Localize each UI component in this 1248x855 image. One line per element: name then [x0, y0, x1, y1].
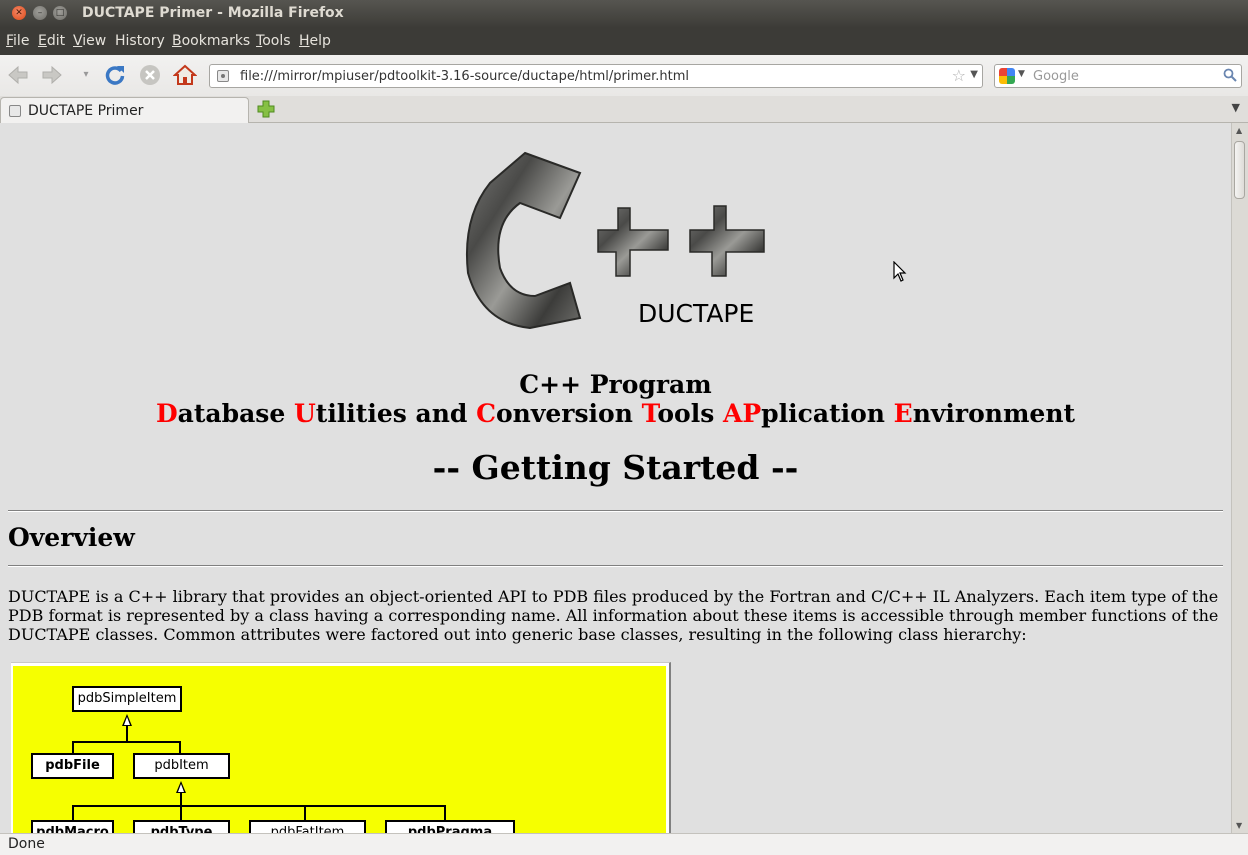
- class-box-pdbtype: pdbType: [133, 820, 230, 833]
- menu-file[interactable]: File: [6, 33, 29, 49]
- status-text: Done: [8, 836, 45, 852]
- page-title: -- Getting Started --: [432, 448, 799, 487]
- url-bar[interactable]: file:///mirror/mpiuser/pdtoolkit-3.16-so…: [209, 64, 983, 88]
- class-box-pdbfile: pdbFile: [31, 753, 114, 779]
- vertical-scrollbar[interactable]: ▲ ▼: [1231, 123, 1248, 833]
- acronym-word: tilities and: [315, 399, 477, 428]
- window-maximize-button[interactable]: □: [53, 6, 67, 20]
- acronym-letter: D: [155, 399, 178, 428]
- status-bar: Done: [0, 833, 1248, 855]
- tab-ductape-primer[interactable]: DUCTAPE Primer: [0, 97, 249, 123]
- stop-icon: [140, 65, 160, 85]
- mouse-pointer-icon: [893, 261, 907, 282]
- menu-bar: File Edit View History Bookmarks Tools H…: [0, 28, 1248, 55]
- class-box-pdbmacro: pdbMacro: [31, 820, 114, 833]
- window-minimize-button[interactable]: –: [33, 6, 47, 20]
- connector-line: [180, 805, 182, 821]
- page-icon: [217, 70, 229, 82]
- search-engine-dropdown-icon[interactable]: ▼: [1018, 69, 1025, 79]
- acronym-letter: AP: [722, 399, 762, 428]
- window-close-button[interactable]: ✕: [12, 6, 26, 20]
- scrollbar-thumb[interactable]: [1234, 141, 1245, 199]
- window-titlebar: ✕ – □ DUCTAPE Primer - Mozilla Firefox: [0, 0, 1248, 28]
- class-box-pdbfatitem: pdbFatItem: [249, 820, 366, 833]
- logo-caption: DUCTAPE: [638, 299, 755, 328]
- inheritance-arrow: [122, 714, 132, 726]
- horizontal-rule: [8, 565, 1223, 567]
- search-bar[interactable]: ▼: [994, 64, 1242, 88]
- url-text[interactable]: file:///mirror/mpiuser/pdtoolkit-3.16-so…: [240, 69, 689, 84]
- tab-label: DUCTAPE Primer: [28, 103, 144, 119]
- forward-button[interactable]: [40, 63, 64, 87]
- search-icon[interactable]: [1223, 68, 1237, 82]
- connector-line: [126, 726, 128, 742]
- menu-edit[interactable]: Edit: [38, 33, 65, 49]
- connector-line: [72, 805, 446, 807]
- acronym-word: plication: [761, 399, 894, 428]
- subtitle-acronym: Database Utilities and Conversion Tools …: [0, 399, 1231, 428]
- horizontal-rule: [8, 510, 1223, 512]
- window-title: DUCTAPE Primer - Mozilla Firefox: [82, 5, 344, 21]
- home-button[interactable]: [172, 63, 198, 87]
- acronym-word: ools: [657, 399, 723, 428]
- menu-help[interactable]: Help: [299, 33, 331, 49]
- menu-tools[interactable]: Tools: [256, 33, 291, 49]
- tab-strip: DUCTAPE Primer ▼: [0, 96, 1248, 123]
- connector-line: [304, 805, 306, 821]
- chevron-down-icon: ▾: [83, 69, 89, 80]
- tab-list-chevron-icon[interactable]: ▼: [1232, 101, 1240, 114]
- acronym-word: atabase: [177, 399, 294, 428]
- new-tab-plus-icon[interactable]: [257, 100, 275, 118]
- acronym-letter: U: [293, 399, 316, 428]
- scroll-up-arrow-icon[interactable]: ▲: [1236, 126, 1242, 135]
- menu-history[interactable]: History: [115, 33, 165, 49]
- diagram-background: pdbSimpleItem pdbFile pdbItem pdbMacro p…: [13, 666, 666, 833]
- back-arrow-icon: [8, 65, 28, 85]
- overview-paragraph: DUCTAPE is a C++ library that provides a…: [8, 587, 1219, 644]
- acronym-word: nvironment: [912, 399, 1076, 428]
- reload-button[interactable]: [103, 63, 127, 87]
- class-box-pdbitem: pdbItem: [133, 753, 230, 779]
- menu-view[interactable]: View: [73, 33, 106, 49]
- menu-bookmarks[interactable]: Bookmarks: [172, 33, 250, 49]
- acronym-letter: T: [641, 399, 658, 428]
- acronym-letter: C: [476, 399, 496, 428]
- forward-arrow-icon: [42, 65, 62, 85]
- home-icon: [172, 64, 198, 85]
- overview-heading: Overview: [8, 523, 135, 552]
- maximize-icon: □: [55, 8, 65, 18]
- stop-button[interactable]: [138, 63, 162, 87]
- history-dropdown[interactable]: ▾: [74, 63, 98, 87]
- bookmark-star-icon[interactable]: ☆: [952, 66, 966, 85]
- acronym-letter: E: [893, 399, 913, 428]
- scroll-down-arrow-icon[interactable]: ▼: [1236, 821, 1242, 830]
- page-content: DUCTAPE C++ Program Database Utilities a…: [0, 123, 1231, 833]
- google-engine-icon[interactable]: [999, 68, 1015, 84]
- connector-line: [72, 805, 74, 821]
- search-input[interactable]: [1033, 67, 1213, 85]
- connector-line: [444, 805, 446, 821]
- reload-icon: [105, 66, 125, 85]
- page-icon: [9, 105, 21, 117]
- close-icon: ✕: [15, 8, 23, 18]
- connector-line: [72, 741, 180, 743]
- minimize-icon: –: [37, 8, 43, 18]
- back-button[interactable]: [6, 63, 30, 87]
- subtitle-program: C++ Program: [519, 370, 712, 399]
- inheritance-arrow: [176, 781, 186, 793]
- class-hierarchy-diagram: pdbSimpleItem pdbFile pdbItem pdbMacro p…: [11, 662, 671, 833]
- class-box-pdbpragma: pdbPragma: [385, 820, 515, 833]
- acronym-word: onversion: [496, 399, 642, 428]
- class-box-pdbsimpleitem: pdbSimpleItem: [72, 686, 182, 712]
- url-dropdown-icon[interactable]: ▼: [970, 69, 978, 80]
